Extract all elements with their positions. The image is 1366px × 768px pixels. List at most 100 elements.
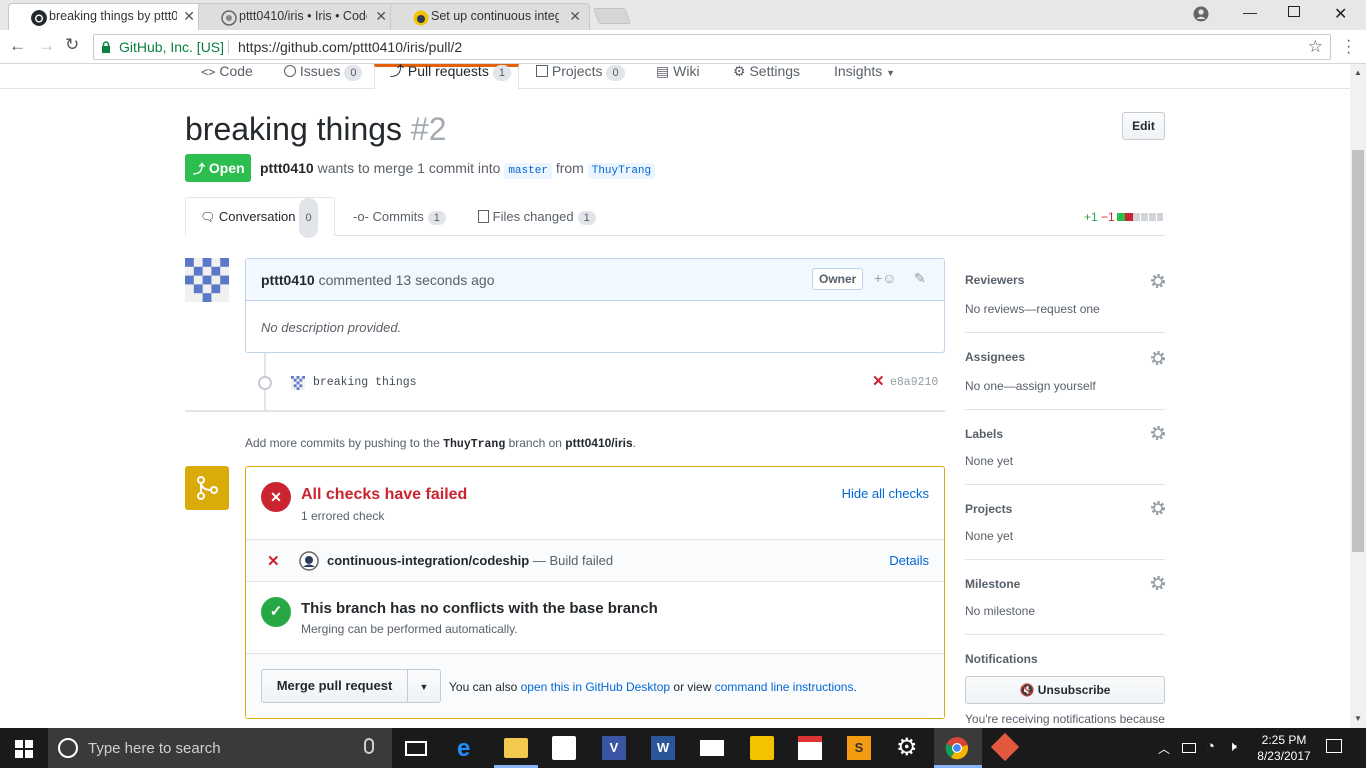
comment-author[interactable]: pttt0410 <box>261 272 315 288</box>
pencil-icon[interactable]: ✎ <box>914 270 926 287</box>
restore-button[interactable] <box>1288 6 1300 17</box>
diffstat: +1 −1 <box>1084 210 1115 224</box>
forward-arrow-icon[interactable]: → <box>38 36 55 56</box>
assignees-value[interactable]: No one—assign yourself <box>965 379 1096 393</box>
conflict-title: This branch has no conflicts with the ba… <box>301 600 658 617</box>
comment-box: pttt0410 commented 13 seconds ago Owner … <box>245 258 945 353</box>
unsubscribe-button[interactable]: 🔇 Unsubscribe <box>965 676 1165 704</box>
battery-icon[interactable] <box>1182 743 1196 753</box>
projects-gear-icon[interactable] <box>1150 500 1166 516</box>
hide-checks-link[interactable]: Hide all checks <box>842 486 929 501</box>
back-arrow-icon[interactable]: ← <box>9 36 26 56</box>
avatar[interactable] <box>185 258 229 302</box>
commit-fail-x-icon[interactable]: ✕ <box>872 372 885 390</box>
head-branch[interactable]: ThuyTrang <box>587 163 656 179</box>
success-status-icon: ✓ <box>261 597 291 627</box>
check-details-link[interactable]: Details <box>889 553 929 568</box>
url-text[interactable]: https://github.com/pttt0410/iris/pull/2 <box>238 35 462 59</box>
commit-author-avatar <box>291 376 305 390</box>
tab-files-changed[interactable]: Files changed 1 <box>478 209 596 225</box>
notifications-reason: You're receiving notifications because <box>965 712 1165 726</box>
codeship-avatar-icon <box>299 551 319 571</box>
repo-nav-code[interactable]: <> Code <box>201 64 253 88</box>
calendar-app-icon[interactable] <box>798 736 822 760</box>
tab-commits[interactable]: -o- Commits 1 <box>353 209 446 225</box>
check-status: — Build failed <box>532 553 614 568</box>
milestone-gear-icon[interactable] <box>1150 575 1166 591</box>
page-scrollbar-track[interactable]: ▲ ▼ <box>1350 64 1366 728</box>
tab-conversation[interactable]: 🗨 Conversation 0 <box>185 197 335 238</box>
word-icon[interactable]: W <box>651 736 675 760</box>
edge-icon[interactable]: e <box>457 735 470 763</box>
labels-heading: Labels <box>965 427 1004 441</box>
conflict-subtitle: Merging can be performed automatically. <box>301 622 518 636</box>
repo-nav-wiki[interactable]: ▤ Wiki <box>656 64 700 88</box>
edit-title-button[interactable]: Edit <box>1122 112 1165 140</box>
tray-chevron-up-icon[interactable]: ︿ <box>1158 740 1170 757</box>
comment-body: No description provided. <box>261 320 402 335</box>
omnibox[interactable]: GitHub, Inc. [US] https://github.com/ptt… <box>93 34 1331 60</box>
base-branch[interactable]: master <box>504 163 552 179</box>
close-window-button[interactable]: ✕ <box>1334 4 1347 24</box>
bookmark-star-icon[interactable]: ☆ <box>1308 35 1323 59</box>
repo-nav-issues[interactable]: Issues 0 <box>284 64 363 88</box>
new-tab-button[interactable] <box>593 8 631 24</box>
sublime-icon[interactable]: S <box>847 736 871 760</box>
action-center-icon[interactable] <box>1326 739 1342 753</box>
mail-icon[interactable] <box>700 740 724 756</box>
scroll-down-arrow[interactable]: ▼ <box>1354 714 1362 723</box>
repo-nav-projects[interactable]: Projects 0 <box>536 64 625 88</box>
reviewers-value[interactable]: No reviews—request one <box>965 302 1100 316</box>
sidebar-separator <box>965 484 1165 485</box>
commit-sha[interactable]: e8a9210 <box>890 376 938 389</box>
windows-start-icon[interactable] <box>15 740 33 758</box>
scrollbar-thumb[interactable] <box>1352 150 1364 552</box>
author-link[interactable]: pttt0410 <box>260 160 314 176</box>
task-view-icon[interactable] <box>405 741 427 756</box>
commit-message[interactable]: breaking things <box>313 376 417 389</box>
codeship-icon <box>413 10 429 26</box>
milestone-heading: Milestone <box>965 577 1021 591</box>
comment-header: pttt0410 commented 13 seconds ago Owner … <box>246 259 944 301</box>
profile-icon[interactable] <box>1193 6 1209 22</box>
reviewers-gear-icon[interactable] <box>1150 273 1166 289</box>
repo-nav-pulls[interactable]: ⤴ Pull requests 1 <box>390 64 511 88</box>
wifi-icon[interactable]: ◔ <box>1206 738 1215 755</box>
github-desktop-link[interactable]: open this in GitHub Desktop <box>521 680 670 694</box>
cortana-circle-icon <box>58 738 78 758</box>
taskbar-search-box[interactable]: Type here to search <box>48 728 392 768</box>
add-reaction-icon[interactable]: +☺ <box>874 270 896 286</box>
merge-options-dropdown[interactable]: ▼ <box>407 669 441 703</box>
tab-title: Set up continuous integr <box>431 9 559 23</box>
visio-icon[interactable]: V <box>602 736 626 760</box>
file-explorer-icon[interactable] <box>504 738 528 758</box>
close-tab-icon[interactable]: ✕ <box>569 4 581 29</box>
taskbar-clock[interactable]: 2:25 PM 8/23/2017 <box>1252 732 1316 764</box>
scroll-up-arrow[interactable]: ▲ <box>1354 68 1362 77</box>
windows-taskbar: Type here to search e V W S ⚙ ︿ ◔ 🕨 2:25… <box>0 728 1366 768</box>
minimize-button[interactable]: — <box>1243 4 1257 20</box>
labels-value: None yet <box>965 454 1014 468</box>
reload-icon[interactable]: ↻ <box>65 35 79 55</box>
command-line-link[interactable]: command line instructions <box>715 680 854 694</box>
codeship-app-icon[interactable] <box>750 736 774 760</box>
store-icon[interactable] <box>552 736 576 760</box>
assignees-gear-icon[interactable] <box>1150 350 1166 366</box>
settings-gear-icon[interactable]: ⚙ <box>896 733 918 762</box>
browser-tab-codeship[interactable]: Set up continuous integr ✕ <box>390 3 590 30</box>
sourcetree-icon[interactable] <box>990 732 1020 762</box>
browser-tab-repo-code[interactable]: pttt0410/iris • Iris • Code ✕ <box>198 3 396 30</box>
repo-nav-insights[interactable]: Insights ▼ <box>834 64 895 88</box>
chrome-icon <box>945 737 969 760</box>
chrome-menu-icon[interactable]: · · · <box>1346 33 1351 61</box>
repo-nav-settings[interactable]: ⚙ Settings <box>733 64 800 88</box>
close-tab-icon[interactable]: ✕ <box>375 4 387 29</box>
microphone-icon[interactable] <box>364 738 374 754</box>
comment-timestamp[interactable]: 13 seconds ago <box>396 272 495 288</box>
merge-pull-request-button[interactable]: Merge pull request <box>261 669 408 703</box>
volume-muted-icon[interactable]: 🕨 <box>1228 738 1237 755</box>
owner-badge: Owner <box>812 268 864 290</box>
close-tab-icon[interactable]: ✕ <box>183 4 195 29</box>
browser-tab-pull-request[interactable]: breaking things by pttt0 ✕ <box>8 3 204 30</box>
labels-gear-icon[interactable] <box>1150 425 1166 441</box>
